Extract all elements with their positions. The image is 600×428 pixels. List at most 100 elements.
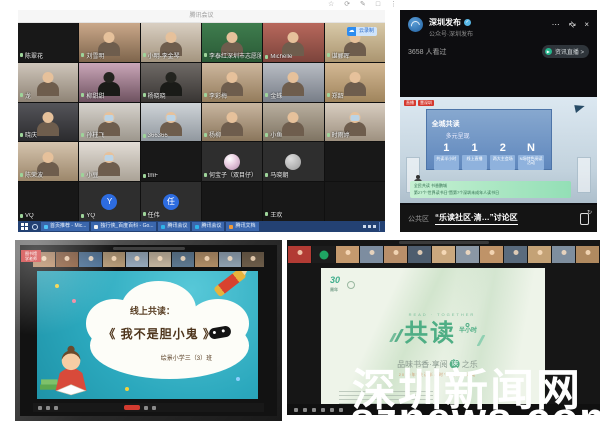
partner-logo: [347, 281, 355, 289]
video-tile[interactable]: 晓庆: [18, 103, 78, 142]
live-video-frame[interactable]: 直播 壹深圳 全城共读 多元呈现 1共读半小时1线上直播2两大主会场NN场特色阅…: [400, 97, 597, 203]
participant-head: [288, 32, 299, 43]
video-tile[interactable]: 小鱼: [263, 103, 323, 142]
video-tile[interactable]: 陈翠花: [18, 23, 78, 62]
participant-thumbnail[interactable]: [528, 246, 551, 263]
participant-thumbnail[interactable]: [79, 252, 101, 267]
chat-icon[interactable]: [330, 408, 334, 412]
video-tile[interactable]: [202, 182, 262, 221]
live-badge[interactable]: ▶ 资讯直播 >: [542, 45, 589, 58]
taskbar-button[interactable]: 腾讯会议: [192, 222, 224, 231]
video-tile[interactable]: 小明-李金琴: [141, 23, 201, 62]
participant-name: 陈翠花: [20, 51, 43, 60]
video-tile[interactable]: 时雨婷: [325, 103, 385, 142]
taskbar-button[interactable]: 首页推荐 - Mic...: [41, 222, 89, 231]
settings-icon[interactable]: [339, 408, 343, 412]
video-tile[interactable]: tmF: [141, 142, 201, 181]
video-tile[interactable]: 何宝子（双目仔）: [202, 142, 262, 181]
video-tile[interactable]: 龙: [18, 63, 78, 102]
participant-thumbnail[interactable]: [126, 252, 148, 267]
participant-thumbnail[interactable]: [408, 246, 431, 263]
leave-meeting-button[interactable]: [124, 405, 140, 410]
members-icon[interactable]: [321, 408, 325, 412]
video-tile[interactable]: Michelle: [263, 23, 323, 62]
board-columns: 1共读半小时1线上直播2两大主会场NN场特色阅读活动: [432, 142, 546, 170]
participant-thumbnail[interactable]: [242, 252, 264, 267]
taskbar-button[interactable]: 独行侠_百度百科 - Go...: [91, 222, 156, 231]
system-tray[interactable]: [363, 225, 376, 228]
video-tile[interactable]: 刘雪明: [79, 23, 139, 62]
participant-thumbnail[interactable]: [56, 252, 78, 267]
participant-thumbnail[interactable]: [456, 246, 479, 263]
participant-thumbnail[interactable]: [312, 246, 335, 263]
share-screen-icon[interactable]: [54, 406, 58, 410]
video-tile[interactable]: 杨柳: [202, 103, 262, 142]
participant-thumbnail[interactable]: [360, 246, 383, 263]
show-desktop-button[interactable]: [379, 222, 382, 231]
mic-icon: [20, 133, 23, 137]
taskbar-button[interactable]: 腾讯会议: [158, 222, 190, 231]
cloud-record-badge[interactable]: ☁ 云录制: [347, 27, 377, 36]
meeting-toolbar: [33, 403, 264, 412]
more-icon[interactable]: ⋯: [552, 20, 560, 29]
participant-thumbnail[interactable]: [288, 246, 311, 263]
participant-name: 金蛛: [265, 91, 282, 100]
video-tile[interactable]: 孙柱飞: [79, 103, 139, 142]
participant-thumbnail[interactable]: [172, 252, 194, 267]
camera-toggle-icon[interactable]: [46, 406, 50, 410]
share-screen-icon[interactable]: [312, 408, 316, 412]
video-tile[interactable]: 杨晓晓: [141, 63, 201, 102]
video-tile[interactable]: 366366: [141, 103, 201, 142]
video-tile[interactable]: 郑韶: [325, 63, 385, 102]
participant-thumbnail[interactable]: [149, 252, 171, 267]
video-tile[interactable]: YYQ: [79, 182, 139, 221]
participant-name: 时雨婷: [327, 130, 350, 139]
participant-thumbnail[interactable]: [384, 246, 407, 263]
search-icon[interactable]: [32, 224, 38, 230]
mic-toggle-icon[interactable]: [38, 406, 42, 410]
taskbar-button[interactable]: 腾讯文档: [226, 222, 258, 231]
more-tools-icon[interactable]: [152, 406, 156, 410]
video-tile[interactable]: 小豆: [79, 142, 139, 181]
screenshot-viewer-toolbar[interactable]: ☆ ⟳ ✎ □ ⋮: [328, 0, 401, 8]
participant-thumbnail[interactable]: [432, 246, 455, 263]
video-tile[interactable]: 金蛛: [263, 63, 323, 102]
channel-subtitle: 公众号·深圳发布: [429, 29, 597, 38]
expand-icon[interactable]: ⇄: [566, 19, 577, 30]
participant-thumbnail[interactable]: [480, 246, 503, 263]
mic-icon: [327, 93, 330, 97]
participant-thumbnail[interactable]: [219, 252, 241, 267]
video-tile[interactable]: [325, 142, 385, 181]
thumbnail-strip-d: [288, 246, 599, 263]
start-button[interactable]: [21, 223, 29, 231]
video-tile[interactable]: 李泰红深圳市志愿服务者协会: [202, 23, 262, 62]
participant-head: [104, 72, 115, 83]
discussion-topic-link[interactable]: “乐读社区·清…”讨论区: [435, 212, 518, 225]
participant-thumbnail[interactable]: [504, 246, 527, 263]
video-tile[interactable]: 任任伟: [141, 182, 201, 221]
video-tile[interactable]: 柳甜甜: [79, 63, 139, 102]
video-tile[interactable]: 马晓朝: [263, 142, 323, 181]
slide-title: 《 我不是胆小鬼 》: [103, 325, 216, 342]
video-tile[interactable]: VQ: [18, 182, 78, 221]
participant-thumbnail[interactable]: [336, 246, 359, 263]
channel-avatar[interactable]: [408, 17, 423, 32]
close-icon[interactable]: ×: [584, 20, 589, 29]
participant-thumbnail[interactable]: [195, 252, 217, 267]
video-tile[interactable]: 李彩梅: [202, 63, 262, 102]
participant-body: [344, 82, 366, 96]
participant-thumbnail[interactable]: [552, 246, 575, 263]
camera-toggle-icon[interactable]: [303, 408, 307, 412]
members-icon[interactable]: [144, 406, 148, 410]
participant-name: 王欢: [265, 210, 282, 219]
video-tile[interactable]: 陈荣波: [18, 142, 78, 181]
mic-toggle-icon[interactable]: [294, 408, 298, 412]
taskbar-items: 首页推荐 - Mic...独行侠_百度百科 - Go...腾讯会议腾讯会议腾讯文…: [41, 222, 259, 231]
meeting-window: 腾讯会议 ☁ 云录制 陈翠花 刘雪明小明-李金琴李泰红深圳市志愿服务者协会Mich…: [18, 10, 385, 232]
rotate-screen-icon[interactable]: [580, 213, 589, 225]
video-tile[interactable]: [325, 182, 385, 221]
mic-icon: [143, 134, 146, 138]
video-tile[interactable]: 王欢: [263, 182, 323, 221]
participant-thumbnail[interactable]: [103, 252, 125, 267]
participant-thumbnail[interactable]: [576, 246, 599, 263]
